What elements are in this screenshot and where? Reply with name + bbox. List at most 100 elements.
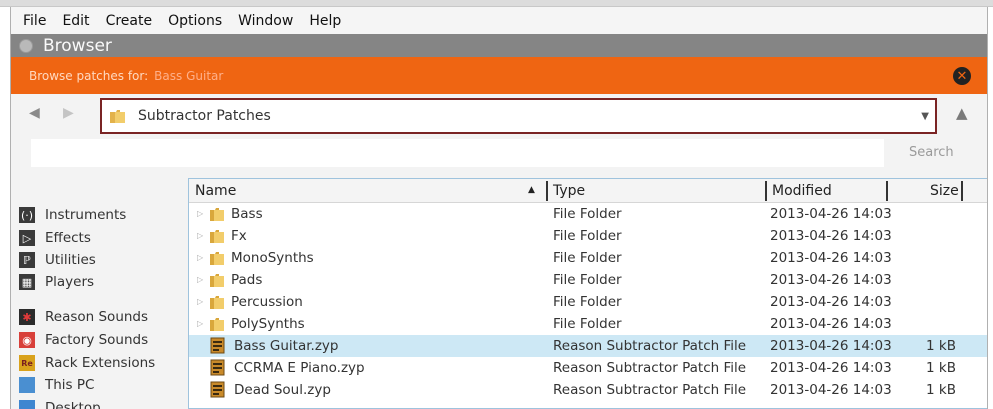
sort-ascending-icon[interactable]: ▲ xyxy=(528,185,535,195)
browse-patches-bar: Browse patches for: Bass Guitar ✕ xyxy=(11,57,987,94)
path-selector[interactable]: Subtractor Patches ▼ xyxy=(100,98,937,134)
patch-file-icon xyxy=(210,359,225,376)
search-row: Search xyxy=(11,136,987,178)
file-name: Percussion xyxy=(231,294,303,310)
menu-bar: File Edit Create Options Window Help xyxy=(11,7,987,34)
folder-icon xyxy=(210,274,224,287)
file-type: Reason Subtractor Patch File xyxy=(553,360,747,376)
pc-icon xyxy=(19,377,35,393)
table-row[interactable]: ▷ MonoSynths File Folder 2013-04-26 14:0… xyxy=(189,247,987,269)
sidebar-item-this-pc[interactable]: This PC xyxy=(11,374,94,396)
table-row[interactable]: CCRMA E Piano.zyp Reason Subtractor Patc… xyxy=(189,357,987,379)
column-name[interactable]: Name xyxy=(195,183,236,199)
sidebar-item-label: Rack Extensions xyxy=(45,355,156,371)
file-name: PolySynths xyxy=(231,316,305,332)
table-row[interactable]: ▷ Bass File Folder 2013-04-26 14:03 xyxy=(189,203,987,225)
file-size: 1 kB xyxy=(926,382,956,398)
effects-icon: ▷ xyxy=(19,230,35,246)
file-modified: 2013-04-26 14:03 xyxy=(770,228,892,244)
browser-window: File Edit Create Options Window Help Bro… xyxy=(10,7,988,409)
column-divider[interactable] xyxy=(886,181,888,201)
patch-file-icon xyxy=(210,381,225,398)
browse-prefix-label: Browse patches for: xyxy=(29,68,149,83)
desktop-icon xyxy=(19,400,35,409)
sidebar-item-factory-sounds[interactable]: ◉ Factory Sounds xyxy=(11,329,148,351)
table-row[interactable]: ▷ Percussion File Folder 2013-04-26 14:0… xyxy=(189,291,987,313)
file-modified: 2013-04-26 14:03 xyxy=(770,382,892,398)
browse-target-label: Bass Guitar xyxy=(154,68,224,83)
close-icon[interactable]: ✕ xyxy=(953,67,971,85)
file-modified: 2013-04-26 14:03 xyxy=(770,294,892,310)
top-edge xyxy=(0,0,993,7)
expand-arrow-icon[interactable]: ▷ xyxy=(197,319,203,328)
table-row[interactable]: ▷ Pads File Folder 2013-04-26 14:03 xyxy=(189,269,987,291)
players-icon: ▦ xyxy=(19,274,35,290)
column-divider[interactable] xyxy=(546,181,548,201)
folder-icon xyxy=(210,318,224,331)
sidebar-item-desktop[interactable]: Desktop xyxy=(11,397,101,409)
file-type: Reason Subtractor Patch File xyxy=(553,382,747,398)
sidebar-item-label: Instruments xyxy=(45,207,127,223)
sidebar-item-label: Desktop xyxy=(45,400,101,409)
folder-icon xyxy=(210,252,224,265)
column-divider[interactable] xyxy=(961,181,963,201)
file-type: File Folder xyxy=(553,316,622,332)
browser-content: (·) Instruments ▷ Effects ℙ Utilities ▦ … xyxy=(11,178,987,409)
up-arrow-icon[interactable]: ▲ xyxy=(956,104,968,122)
menu-options[interactable]: Options xyxy=(160,13,230,29)
sidebar-item-instruments[interactable]: (·) Instruments xyxy=(11,204,126,226)
file-name: Fx xyxy=(231,228,247,244)
sidebar-item-rack-extensions[interactable]: Re Rack Extensions xyxy=(11,352,155,374)
window-status-icon[interactable] xyxy=(19,38,33,53)
column-header: Name ▲ Type Modified Size xyxy=(189,179,987,203)
instruments-icon: (·) xyxy=(19,207,35,223)
column-modified[interactable]: Modified xyxy=(772,183,832,199)
expand-arrow-icon[interactable]: ▷ xyxy=(197,231,203,240)
menu-window[interactable]: Window xyxy=(230,13,301,29)
menu-file[interactable]: File xyxy=(15,13,54,29)
forward-arrow-icon[interactable]: ▶ xyxy=(63,105,74,121)
file-size: 1 kB xyxy=(926,360,956,376)
back-arrow-icon[interactable]: ◀ xyxy=(29,105,40,121)
table-row[interactable]: ▷ Fx File Folder 2013-04-26 14:03 xyxy=(189,225,987,247)
expand-arrow-icon[interactable]: ▷ xyxy=(197,253,203,262)
menu-edit[interactable]: Edit xyxy=(54,13,97,29)
file-name: CCRMA E Piano.zyp xyxy=(234,360,365,376)
sidebar-item-effects[interactable]: ▷ Effects xyxy=(11,227,91,249)
sidebar-item-reason-sounds[interactable]: ✱ Reason Sounds xyxy=(11,306,148,328)
expand-arrow-icon[interactable]: ▷ xyxy=(197,275,203,284)
file-type: File Folder xyxy=(553,250,622,266)
patch-file-icon xyxy=(210,337,225,354)
search-button[interactable]: Search xyxy=(909,145,954,160)
file-name: MonoSynths xyxy=(231,250,314,266)
column-divider[interactable] xyxy=(765,181,767,201)
folder-icon xyxy=(110,109,125,123)
sidebar-item-players[interactable]: ▦ Players xyxy=(11,271,94,293)
sidebar-item-label: Effects xyxy=(45,230,91,246)
title-bar: Browser xyxy=(11,34,987,57)
file-modified: 2013-04-26 14:03 xyxy=(770,338,892,354)
file-name: Bass Guitar.zyp xyxy=(234,338,339,354)
column-size[interactable]: Size xyxy=(930,183,959,199)
table-row[interactable]: Dead Soul.zyp Reason Subtractor Patch Fi… xyxy=(189,379,987,401)
expand-arrow-icon[interactable]: ▷ xyxy=(197,209,203,218)
menu-create[interactable]: Create xyxy=(98,13,161,29)
file-name: Dead Soul.zyp xyxy=(234,382,331,398)
sidebar-item-utilities[interactable]: ℙ Utilities xyxy=(11,249,96,271)
sidebar-item-label: Factory Sounds xyxy=(45,332,149,348)
search-input[interactable] xyxy=(31,139,884,167)
column-type[interactable]: Type xyxy=(553,183,585,199)
file-modified: 2013-04-26 14:03 xyxy=(770,272,892,288)
menu-help[interactable]: Help xyxy=(301,13,349,29)
file-type: File Folder xyxy=(553,228,622,244)
sidebar-item-label: Players xyxy=(45,274,95,290)
reason-sounds-icon: ✱ xyxy=(19,309,35,325)
file-list: Name ▲ Type Modified Size ▷ Bass File Fo… xyxy=(188,178,987,409)
chevron-down-icon[interactable]: ▼ xyxy=(921,111,929,122)
expand-arrow-icon[interactable]: ▷ xyxy=(197,297,203,306)
file-name: Pads xyxy=(231,272,263,288)
path-text: Subtractor Patches xyxy=(138,108,271,124)
table-row[interactable]: ▷ PolySynths File Folder 2013-04-26 14:0… xyxy=(189,313,987,335)
file-size: 1 kB xyxy=(926,338,956,354)
table-row-selected[interactable]: Bass Guitar.zyp Reason Subtractor Patch … xyxy=(189,335,987,357)
